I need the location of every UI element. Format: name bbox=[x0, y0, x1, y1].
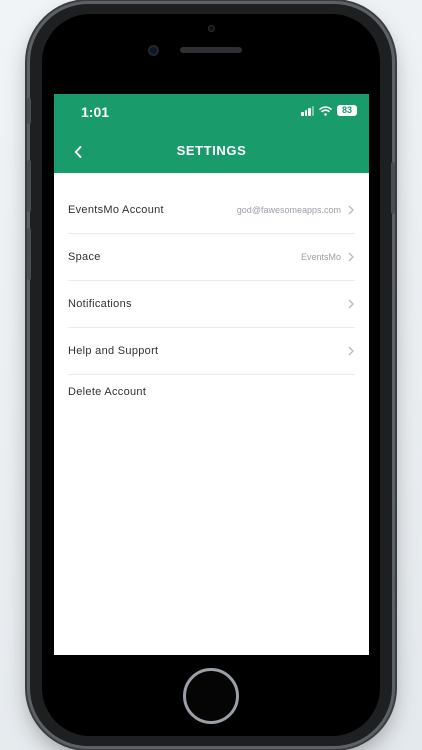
settings-row-delete-account[interactable]: Delete Account bbox=[68, 375, 355, 408]
wifi-icon bbox=[319, 105, 332, 116]
app-header: 1:01 83 SETTINGS bbox=[54, 94, 369, 173]
signal-icon bbox=[301, 105, 314, 116]
settings-row-help[interactable]: Help and Support bbox=[68, 328, 355, 375]
app-screen: 1:01 83 SETTINGS EventsMo Account god@fa… bbox=[54, 94, 369, 655]
settings-row-label: EventsMo Account bbox=[68, 204, 164, 216]
front-camera bbox=[148, 45, 159, 56]
status-icons: 83 bbox=[301, 105, 357, 116]
settings-row-notifications[interactable]: Notifications bbox=[68, 281, 355, 328]
settings-row-right bbox=[347, 299, 355, 309]
chevron-right-icon bbox=[348, 346, 354, 356]
chevron-right-icon bbox=[348, 299, 354, 309]
account-email: god@fawesomeapps.com bbox=[236, 205, 341, 215]
battery-icon: 83 bbox=[337, 105, 357, 116]
settings-row-label: Space bbox=[68, 251, 101, 263]
status-bar: 1:01 83 bbox=[54, 94, 369, 130]
settings-row-space[interactable]: Space EventsMo bbox=[68, 234, 355, 281]
settings-row-account[interactable]: EventsMo Account god@fawesomeapps.com bbox=[68, 173, 355, 234]
nav-bar: SETTINGS bbox=[54, 138, 369, 166]
settings-row-label: Help and Support bbox=[68, 345, 159, 357]
space-name: EventsMo bbox=[300, 252, 341, 262]
earpiece-speaker bbox=[180, 47, 242, 53]
page-title: SETTINGS bbox=[176, 143, 247, 158]
proximity-sensor bbox=[208, 25, 215, 32]
chevron-right-icon bbox=[348, 205, 354, 215]
phone-power-button bbox=[391, 162, 395, 214]
status-time: 1:01 bbox=[81, 104, 110, 120]
home-button[interactable] bbox=[183, 668, 239, 724]
phone-mute-switch bbox=[27, 98, 31, 124]
settings-row-right bbox=[347, 346, 355, 356]
settings-list: EventsMo Account god@fawesomeapps.com Sp… bbox=[54, 173, 369, 408]
settings-row-label: Delete Account bbox=[68, 385, 147, 398]
settings-row-right: god@fawesomeapps.com bbox=[237, 205, 355, 215]
settings-row-right: EventsMo bbox=[301, 252, 355, 262]
settings-row-label: Notifications bbox=[68, 298, 132, 310]
phone-volume-up bbox=[27, 160, 31, 212]
chevron-right-icon bbox=[348, 252, 354, 262]
phone-volume-down bbox=[27, 228, 31, 280]
